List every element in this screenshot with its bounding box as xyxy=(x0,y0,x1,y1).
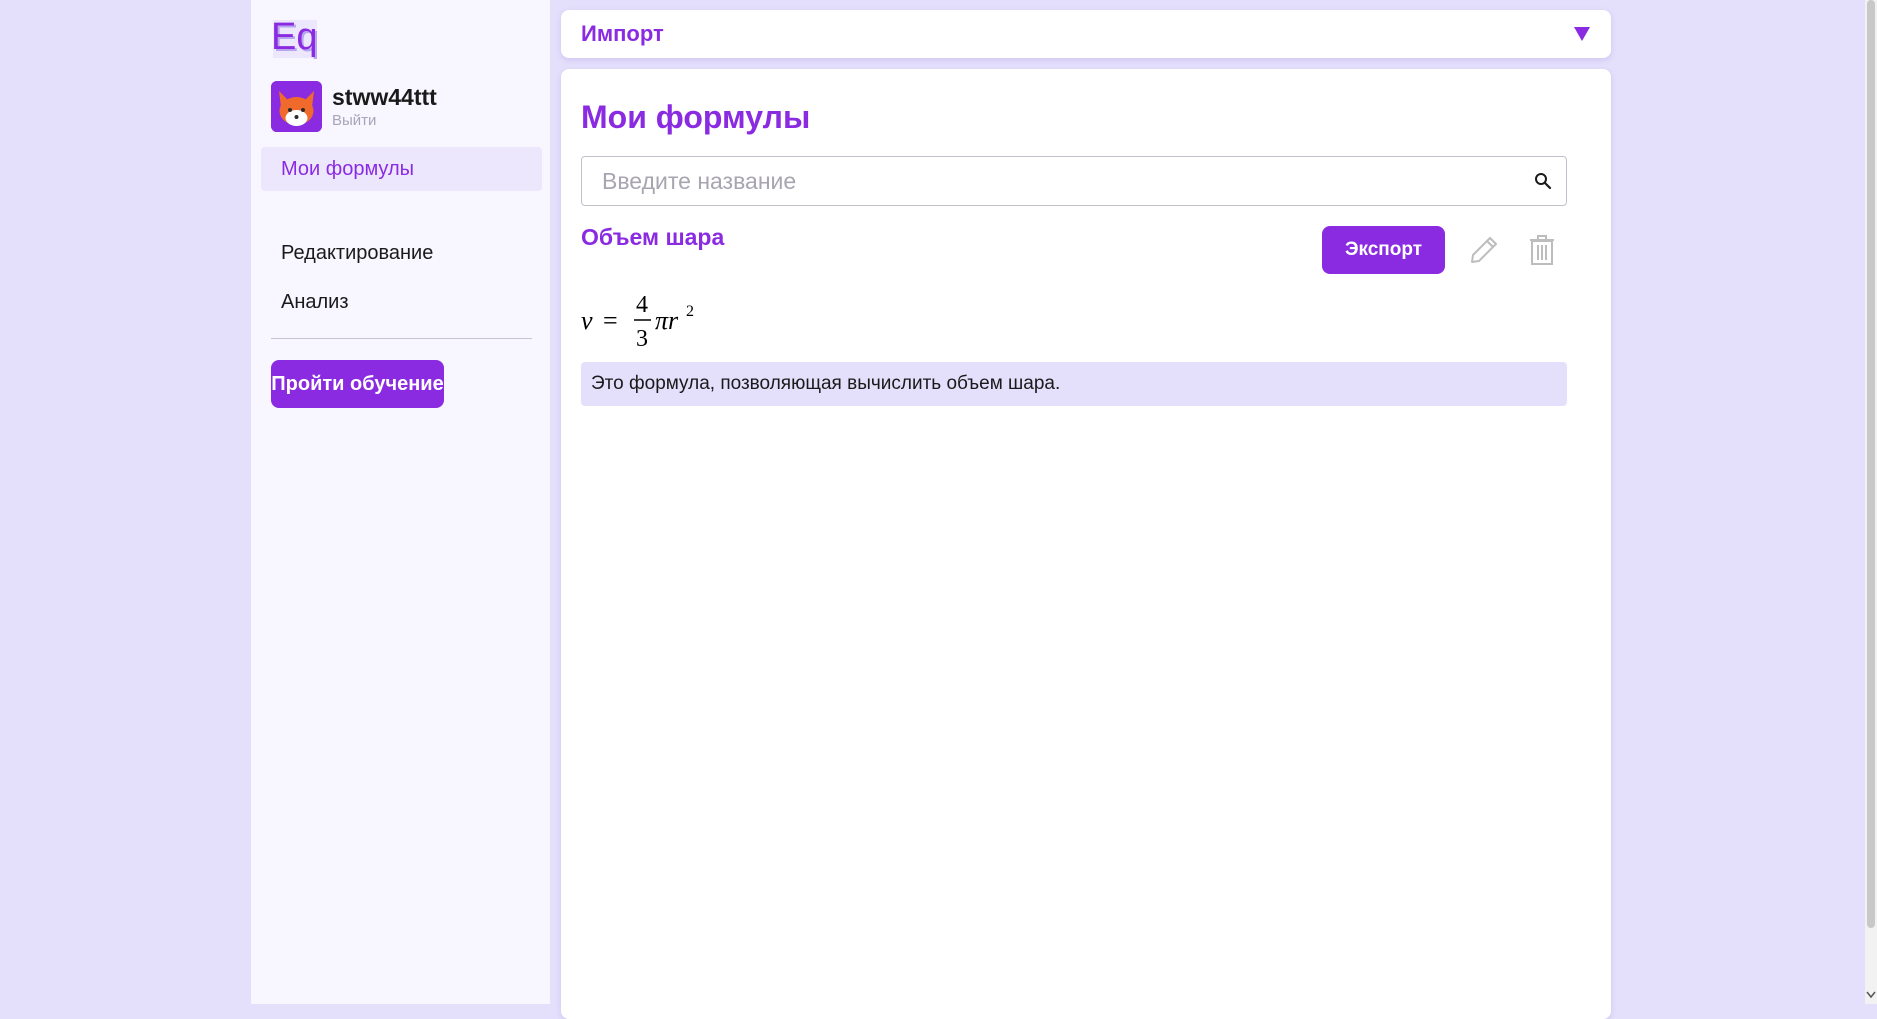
app-logo[interactable]: Eq Eq xyxy=(271,18,323,62)
sidebar-item-analysis[interactable]: Анализ xyxy=(261,280,542,324)
svg-text:3: 3 xyxy=(636,326,648,352)
svg-text:Eq: Eq xyxy=(271,18,317,58)
svg-text:v: v xyxy=(581,306,593,335)
scrollbar[interactable] xyxy=(1865,0,1877,1004)
user-info: stww44ttt Выйти xyxy=(271,81,437,132)
formula-description: Это формула, позволяющая вычислить объем… xyxy=(581,362,1567,406)
scrollbar-thumb[interactable] xyxy=(1867,0,1875,928)
formula-expression: v = 4 3 πr 2 xyxy=(581,292,694,352)
start-tutorial-button[interactable]: Пройти обучение xyxy=(271,360,444,408)
import-label: Импорт xyxy=(581,21,664,46)
main-panel: Мои формулы Объем шара Экспорт v = 4 3 π… xyxy=(561,69,1611,1019)
triangle-down-icon[interactable] xyxy=(1573,26,1591,42)
export-button[interactable]: Экспорт xyxy=(1322,226,1445,274)
search-icon[interactable] xyxy=(1534,172,1552,190)
search-box xyxy=(581,156,1567,206)
svg-text:=: = xyxy=(603,306,618,335)
sidebar-divider xyxy=(271,338,532,339)
search-input[interactable] xyxy=(582,157,1534,205)
page-title: Мои формулы xyxy=(581,99,811,135)
avatar[interactable] xyxy=(271,81,322,132)
svg-text:2: 2 xyxy=(686,303,694,320)
pencil-icon[interactable] xyxy=(1468,234,1500,266)
logout-link[interactable]: Выйти xyxy=(332,112,437,129)
import-dropdown[interactable]: Импорт xyxy=(561,10,1611,58)
sidebar-item-my-formulas[interactable]: Мои формулы xyxy=(261,147,542,191)
sidebar-item-editing[interactable]: Редактирование xyxy=(261,231,542,275)
formula-title: Объем шара xyxy=(581,224,725,250)
username: stww44ttt xyxy=(332,84,437,110)
trash-icon[interactable] xyxy=(1527,234,1557,266)
sidebar: Eq Eq stww44ttt Выйти Мои формулы Редакт… xyxy=(251,0,550,1004)
svg-text:4: 4 xyxy=(636,292,648,318)
scroll-down-arrow-icon[interactable] xyxy=(1865,988,1877,1002)
svg-text:πr: πr xyxy=(655,306,679,335)
